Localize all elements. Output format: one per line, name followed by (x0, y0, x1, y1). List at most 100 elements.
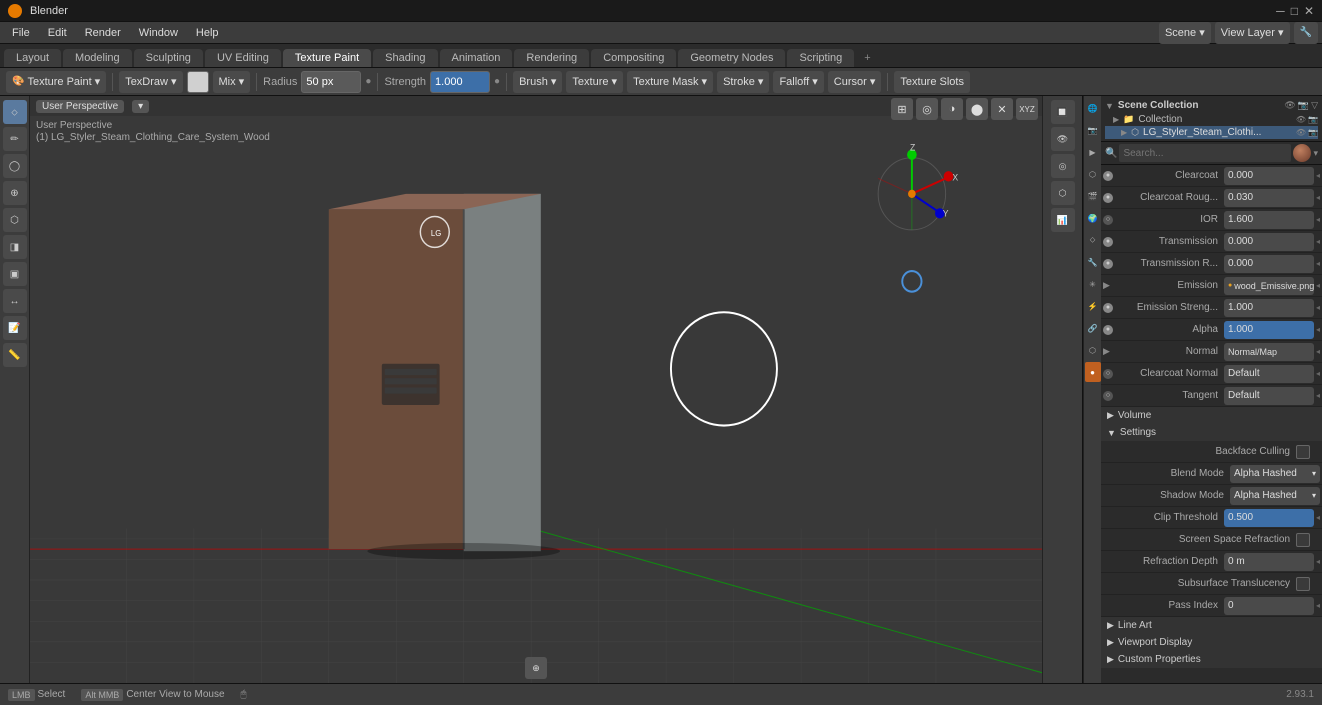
tab-texture-paint[interactable]: Texture Paint (283, 49, 371, 67)
falloff-button[interactable]: Falloff ▾ (773, 71, 823, 93)
viewport-shading-options[interactable]: XYZ (1016, 98, 1038, 120)
prop-dot-ior[interactable]: ○ (1103, 215, 1113, 225)
prop-value-normal[interactable]: Normal/Map (1224, 343, 1314, 361)
collection-item[interactable]: ▶ 📁 Collection 👁 📷 (1105, 113, 1318, 126)
prop-dot-clearcoat-rough[interactable]: ● (1103, 193, 1113, 203)
close-button[interactable]: ✕ (1304, 4, 1314, 18)
texture-button[interactable]: Texture ▾ (566, 71, 623, 93)
tool-annotate[interactable]: 📝 (3, 316, 27, 340)
viewport-overlay-toggle[interactable]: ◎ (916, 98, 938, 120)
tab-layout[interactable]: Layout (4, 49, 61, 67)
prop-icon-object-data[interactable]: ⬡ (1085, 340, 1101, 360)
viewport-icon-5[interactable]: 📊 (1051, 208, 1075, 232)
tab-modeling[interactable]: Modeling (63, 49, 132, 67)
view-perspective-btn[interactable]: User Perspective (36, 100, 124, 113)
mode-selector[interactable]: 🎨 Texture Paint ▾ (6, 71, 106, 93)
viewport-gizmo-toggle[interactable]: ⊞ (891, 98, 913, 120)
prop-value-pass-index[interactable]: 0 (1224, 597, 1314, 615)
prop-icon-world[interactable]: 🌍 (1085, 208, 1101, 228)
prop-icon-scene2[interactable]: 🎬 (1085, 186, 1101, 206)
viewport-icon-1[interactable]: 🔲 (1051, 100, 1075, 124)
prop-dot-emission-strength[interactable]: ● (1103, 303, 1113, 313)
menu-render[interactable]: Render (77, 25, 129, 41)
cursor-button[interactable]: Cursor ▾ (828, 71, 882, 93)
prop-value-clip-threshold[interactable]: 0.500 (1224, 509, 1314, 527)
viewport-icon-3[interactable]: ◎ (1051, 154, 1075, 178)
section-line-art[interactable]: ▶ Line Art (1101, 617, 1322, 634)
tab-shading[interactable]: Shading (373, 49, 437, 67)
texture-mask-button[interactable]: Texture Mask ▾ (627, 71, 713, 93)
prop-value-tangent[interactable]: Default (1224, 387, 1314, 405)
object-camera-icon[interactable]: 📷 (1308, 128, 1318, 137)
minimize-button[interactable]: ─ (1276, 4, 1285, 18)
tab-geometry-nodes[interactable]: Geometry Nodes (678, 49, 785, 67)
section-custom-props[interactable]: ▶ Custom Properties (1101, 651, 1322, 668)
scene-icon-filter[interactable]: ▽ (1311, 100, 1318, 111)
prop-icon-material[interactable]: ● (1085, 362, 1101, 382)
maximize-button[interactable]: □ (1291, 4, 1298, 18)
viewport-shading-rendered[interactable]: ✕ (991, 98, 1013, 120)
prop-dot-clearcoat-normal[interactable]: ○ (1103, 369, 1113, 379)
prop-icon-particles[interactable]: ✳ (1085, 274, 1101, 294)
prop-value-refraction-depth[interactable]: 0 m (1224, 553, 1314, 571)
tool-draw[interactable]: ✏ (3, 127, 27, 151)
viewport-center-icon[interactable]: ⊕ (525, 657, 547, 679)
prop-value-clearcoat[interactable]: 0.000 (1224, 167, 1314, 185)
viewport-icon-2[interactable]: 👁 (1051, 127, 1075, 151)
prop-icon-output[interactable]: ▶ (1085, 142, 1101, 162)
prop-triangle-normal[interactable]: ▶ (1103, 346, 1117, 357)
section-volume[interactable]: ▶ Volume (1101, 407, 1322, 424)
texture-slots-button[interactable]: Texture Slots (894, 71, 970, 93)
viewport-icon-4[interactable]: ⬡ (1051, 181, 1075, 205)
prop-value-emission[interactable]: ●wood_Emissive.png (1224, 277, 1314, 295)
scene-icon-eye[interactable]: 👁 (1284, 100, 1295, 111)
scene-icon-camera[interactable]: 📷 (1298, 100, 1309, 111)
prop-value-ior[interactable]: 1.600 (1224, 211, 1314, 229)
object-eye-icon[interactable]: 👁 (1296, 128, 1306, 137)
engine-selector[interactable]: 🔧 (1294, 22, 1318, 44)
tool-measure[interactable]: 📏 (3, 343, 27, 367)
prop-icon-object[interactable]: ⬦ (1085, 230, 1101, 250)
prop-checkbox-subsurface[interactable] (1296, 577, 1310, 591)
prop-value-emission-strength[interactable]: 1.000 (1224, 299, 1314, 317)
tool-clone[interactable]: ⬡ (3, 208, 27, 232)
menu-help[interactable]: Help (188, 25, 227, 41)
collection-camera-icon[interactable]: 📷 (1308, 115, 1318, 124)
tab-scripting[interactable]: Scripting (787, 49, 854, 67)
section-settings[interactable]: ▼ Settings (1101, 424, 1322, 441)
tool-select[interactable]: ⬦ (3, 100, 27, 124)
object-item[interactable]: ▶ ⬡ LG_Styler_Steam_Clothi... 👁 📷 (1105, 126, 1318, 139)
tab-uv-editing[interactable]: UV Editing (205, 49, 281, 67)
menu-file[interactable]: File (4, 25, 38, 41)
prop-dot-transmission-r[interactable]: ● (1103, 259, 1113, 269)
prop-icon-constraints[interactable]: 🔗 (1085, 318, 1101, 338)
viewport-shading-material[interactable]: ⬤ (966, 98, 988, 120)
prop-value-shadow-mode[interactable]: Alpha Hashed ▾ (1230, 487, 1320, 505)
brush-type-selector[interactable]: TexDraw ▾ (119, 71, 182, 93)
prop-value-alpha[interactable]: 1.000 (1224, 321, 1314, 339)
tool-fill[interactable]: ◨ (3, 235, 27, 259)
brush-button[interactable]: Brush ▾ (513, 71, 562, 93)
tool-smear[interactable]: ⊕ (3, 181, 27, 205)
radius-value[interactable]: 50 px (301, 71, 361, 93)
strength-value[interactable]: 1.000 (430, 71, 490, 93)
prop-icon-scene[interactable]: 🌐 (1085, 98, 1101, 118)
prop-dot-alpha[interactable]: ● (1103, 325, 1113, 335)
scene-selector[interactable]: Scene ▾ (1159, 22, 1211, 44)
prop-icon-physics[interactable]: ⚡ (1085, 296, 1101, 316)
view-layer-selector[interactable]: View Layer ▾ (1215, 22, 1290, 44)
prop-value-clearcoat-normal[interactable]: Default (1224, 365, 1314, 383)
section-viewport-display[interactable]: ▶ Viewport Display (1101, 634, 1322, 651)
tab-rendering[interactable]: Rendering (514, 49, 589, 67)
viewport-shading-solid[interactable]: ◑ (941, 98, 963, 120)
prop-icon-view-layer[interactable]: ⬡ (1085, 164, 1101, 184)
material-dropdown[interactable]: ▾ (1313, 148, 1318, 159)
tab-animation[interactable]: Animation (440, 49, 513, 67)
prop-dot-clearcoat[interactable]: ● (1103, 171, 1113, 181)
menu-window[interactable]: Window (131, 25, 186, 41)
prop-value-clearcoat-rough[interactable]: 0.030 (1224, 189, 1314, 207)
prop-triangle-emission[interactable]: ▶ (1103, 280, 1117, 291)
prop-icon-render[interactable]: 📷 (1085, 120, 1101, 140)
prop-dot-transmission[interactable]: ● (1103, 237, 1113, 247)
blend-mode-selector[interactable]: Mix ▾ (213, 71, 251, 93)
